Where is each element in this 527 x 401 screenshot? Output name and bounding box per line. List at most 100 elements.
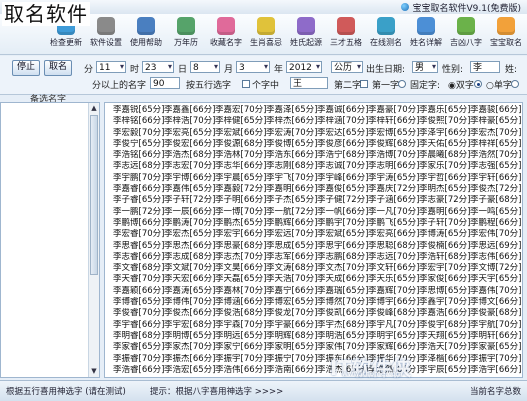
name-cell[interactable]: 李一凡[70分] bbox=[368, 207, 420, 218]
name-cell[interactable]: 李志成[68分] bbox=[164, 252, 216, 263]
name-cell[interactable]: 李子杰[65分] bbox=[266, 195, 318, 206]
name-cell[interactable]: 李一鹏[72分] bbox=[113, 207, 165, 218]
name-cell[interactable]: 李志睿[66分] bbox=[113, 252, 165, 263]
name-cell[interactable]: 李浩铭[66分] bbox=[113, 150, 165, 161]
name-cell[interactable]: 李嘉泽[65分] bbox=[266, 105, 318, 116]
name-cell[interactable]: 李博文[66分] bbox=[470, 297, 522, 308]
name-cell[interactable]: 李天翔[65分] bbox=[419, 331, 471, 342]
name-cell[interactable]: 李俊豪[68分] bbox=[470, 308, 522, 319]
name-cell[interactable]: 李宇睿[66分] bbox=[113, 320, 165, 331]
name-cell[interactable]: 李浩东[66分] bbox=[266, 150, 318, 161]
stop-button[interactable]: 停止 bbox=[12, 60, 40, 76]
name-cell[interactable]: 李嘉瑞[65分] bbox=[317, 286, 369, 297]
name-cell[interactable]: 李天睿[70分] bbox=[113, 274, 165, 285]
name-cell[interactable]: 李俊龙[70分] bbox=[266, 308, 318, 319]
name-cell[interactable]: 李子明[66分] bbox=[215, 195, 267, 206]
name-cell[interactable]: 李宏宇[66分] bbox=[215, 229, 267, 240]
name-cell[interactable]: 李子睿[65分] bbox=[113, 195, 165, 206]
name-cell[interactable]: 李振睿[70分] bbox=[113, 354, 165, 365]
day-select[interactable]: 8 bbox=[190, 61, 220, 73]
name-cell[interactable]: 李鹏程[66分] bbox=[470, 218, 522, 229]
start-naming-button[interactable]: 取名 bbox=[44, 60, 72, 76]
name-cell[interactable]: 李家俊[66分] bbox=[419, 274, 471, 285]
name-cell[interactable]: 李博宏[65分] bbox=[266, 297, 318, 308]
name-cell[interactable]: 李志鹏[68分] bbox=[317, 252, 369, 263]
name-cell[interactable]: 李宏斌[66分] bbox=[215, 128, 267, 139]
gender-select[interactable]: 男 bbox=[412, 61, 438, 73]
name-cell[interactable]: 李宇哲[66分] bbox=[419, 173, 471, 184]
name-cell[interactable]: 李思聪[68分] bbox=[368, 241, 420, 252]
name-cell[interactable]: 李宇凡[70分] bbox=[368, 320, 420, 331]
name-cell[interactable]: 李宏宇[70分] bbox=[419, 263, 471, 274]
name-cell[interactable]: 李明远[65分] bbox=[215, 331, 267, 342]
toolbar-button-6[interactable]: 生肖喜忌 bbox=[247, 16, 285, 52]
name-cell[interactable]: 李鹏宇[70分] bbox=[317, 218, 369, 229]
name-cell[interactable]: 李嘉宏[70分] bbox=[215, 105, 267, 116]
name-cell[interactable]: 李明轩[66分] bbox=[470, 331, 522, 342]
name-cell[interactable]: 李宏博[65分] bbox=[368, 128, 420, 139]
name-cell[interactable]: 李振杰[66分] bbox=[164, 354, 216, 365]
toolbar-button-5[interactable]: 姓氏起源 bbox=[287, 16, 325, 52]
name-cell[interactable]: 李天成[66分] bbox=[317, 274, 369, 285]
name-cell[interactable]: 李志刚[68分] bbox=[266, 161, 318, 172]
name-cell[interactable]: 李宏毅[70分] bbox=[113, 128, 165, 139]
name-cell[interactable]: 李子豪[68分] bbox=[470, 195, 522, 206]
name-cell[interactable]: 李明博[65分] bbox=[164, 331, 216, 342]
name-cell[interactable]: 李子健[72分] bbox=[317, 195, 369, 206]
name-cell[interactable]: 李梓轩[66分] bbox=[368, 116, 420, 127]
calendar-type-select[interactable]: 公历 bbox=[331, 61, 363, 73]
toolbar-button-10[interactable]: 软件设置 bbox=[87, 16, 125, 52]
name-cell[interactable]: 李嘉毅[72分] bbox=[215, 184, 267, 195]
name-cell[interactable]: 李志杰[70分] bbox=[215, 252, 267, 263]
name-cell[interactable]: 李浩杰[68分] bbox=[164, 150, 216, 161]
name-cell[interactable]: 李思成[65分] bbox=[266, 241, 318, 252]
name-cell[interactable]: 李博伟[70分] bbox=[164, 297, 216, 308]
toolbar-button-3[interactable]: 在线测名 bbox=[367, 16, 405, 52]
name-cell[interactable]: 李俊凯[66分] bbox=[317, 308, 369, 319]
name-cell[interactable]: 李明辉[68分] bbox=[266, 331, 318, 342]
scroll-up-icon[interactable]: ▲ bbox=[90, 104, 98, 113]
name-cell[interactable]: 李宏睿[70分] bbox=[113, 229, 165, 240]
name-cell[interactable]: 李宏涛[70分] bbox=[266, 128, 318, 139]
filter-checkbox[interactable] bbox=[242, 80, 250, 88]
name-cell[interactable]: 李梓铭[66分] bbox=[113, 116, 165, 127]
name-cell[interactable]: 李鑫宇[70分] bbox=[419, 297, 471, 308]
name-cell[interactable]: 李俊宇[68分] bbox=[419, 320, 471, 331]
name-cell[interactable]: 李俊源[68分] bbox=[215, 139, 267, 150]
name-cell[interactable]: 李博涛[65分] bbox=[419, 229, 471, 240]
fixed-char-input[interactable]: 王 bbox=[290, 77, 328, 89]
name-cell[interactable]: 李宇涛[65分] bbox=[368, 173, 420, 184]
name-cell[interactable]: 李文杰[70分] bbox=[317, 263, 369, 274]
name-cell[interactable]: 李宏达[65分] bbox=[317, 128, 369, 139]
name-cell[interactable]: 李俊熙[70分] bbox=[419, 116, 471, 127]
name-cell[interactable]: 李文轩[66分] bbox=[368, 263, 420, 274]
name-cell[interactable]: 李宏远[70分] bbox=[266, 229, 318, 240]
name-cell[interactable]: 李思豪[68分] bbox=[215, 241, 267, 252]
scroll-thumb[interactable] bbox=[90, 115, 98, 275]
name-cell[interactable]: 李一帆[66分] bbox=[317, 207, 369, 218]
name-cell[interactable]: 李梓豪[65分] bbox=[470, 116, 522, 127]
name-cell[interactable]: 李志军[66分] bbox=[266, 252, 318, 263]
name-cell[interactable]: 李宇峰[66分] bbox=[317, 173, 369, 184]
name-cell[interactable]: 李嘉锐[65分] bbox=[113, 105, 165, 116]
toolbar-button-4[interactable]: 三才五格 bbox=[327, 16, 365, 52]
name-cell[interactable]: 李梓浩[70分] bbox=[164, 116, 216, 127]
name-cell[interactable]: 李嘉乐[65分] bbox=[419, 105, 471, 116]
name-cell[interactable]: 李宇鹏[70分] bbox=[113, 173, 165, 184]
min-score-input[interactable]: 90 bbox=[150, 77, 180, 89]
name-cell[interactable]: 李俊楠[66分] bbox=[419, 241, 471, 252]
year-select[interactable]: 2012 bbox=[286, 61, 322, 73]
name-cell[interactable]: 李鹏涛[70分] bbox=[164, 218, 216, 229]
name-cell[interactable]: 李嘉颖[66分] bbox=[113, 286, 165, 297]
single-char-radio[interactable] bbox=[511, 80, 519, 88]
name-cell[interactable]: 李浩南[66分] bbox=[266, 365, 318, 376]
toolbar-button-1[interactable]: 吉凶八字 bbox=[447, 16, 485, 52]
name-cell[interactable]: 李宇飞[70分] bbox=[266, 173, 318, 184]
name-cell[interactable]: 李宏杰[70分] bbox=[470, 128, 522, 139]
name-cell[interactable]: 李浩宏[65分] bbox=[164, 365, 216, 376]
name-cell[interactable]: 李一航[72分] bbox=[266, 207, 318, 218]
name-cell[interactable]: 李嘉明[66分] bbox=[419, 207, 471, 218]
name-cell[interactable]: 李浩博[70分] bbox=[368, 150, 420, 161]
name-cell[interactable]: 李明杰[65分] bbox=[419, 184, 471, 195]
name-cell[interactable]: 李志诚[70分] bbox=[317, 161, 369, 172]
